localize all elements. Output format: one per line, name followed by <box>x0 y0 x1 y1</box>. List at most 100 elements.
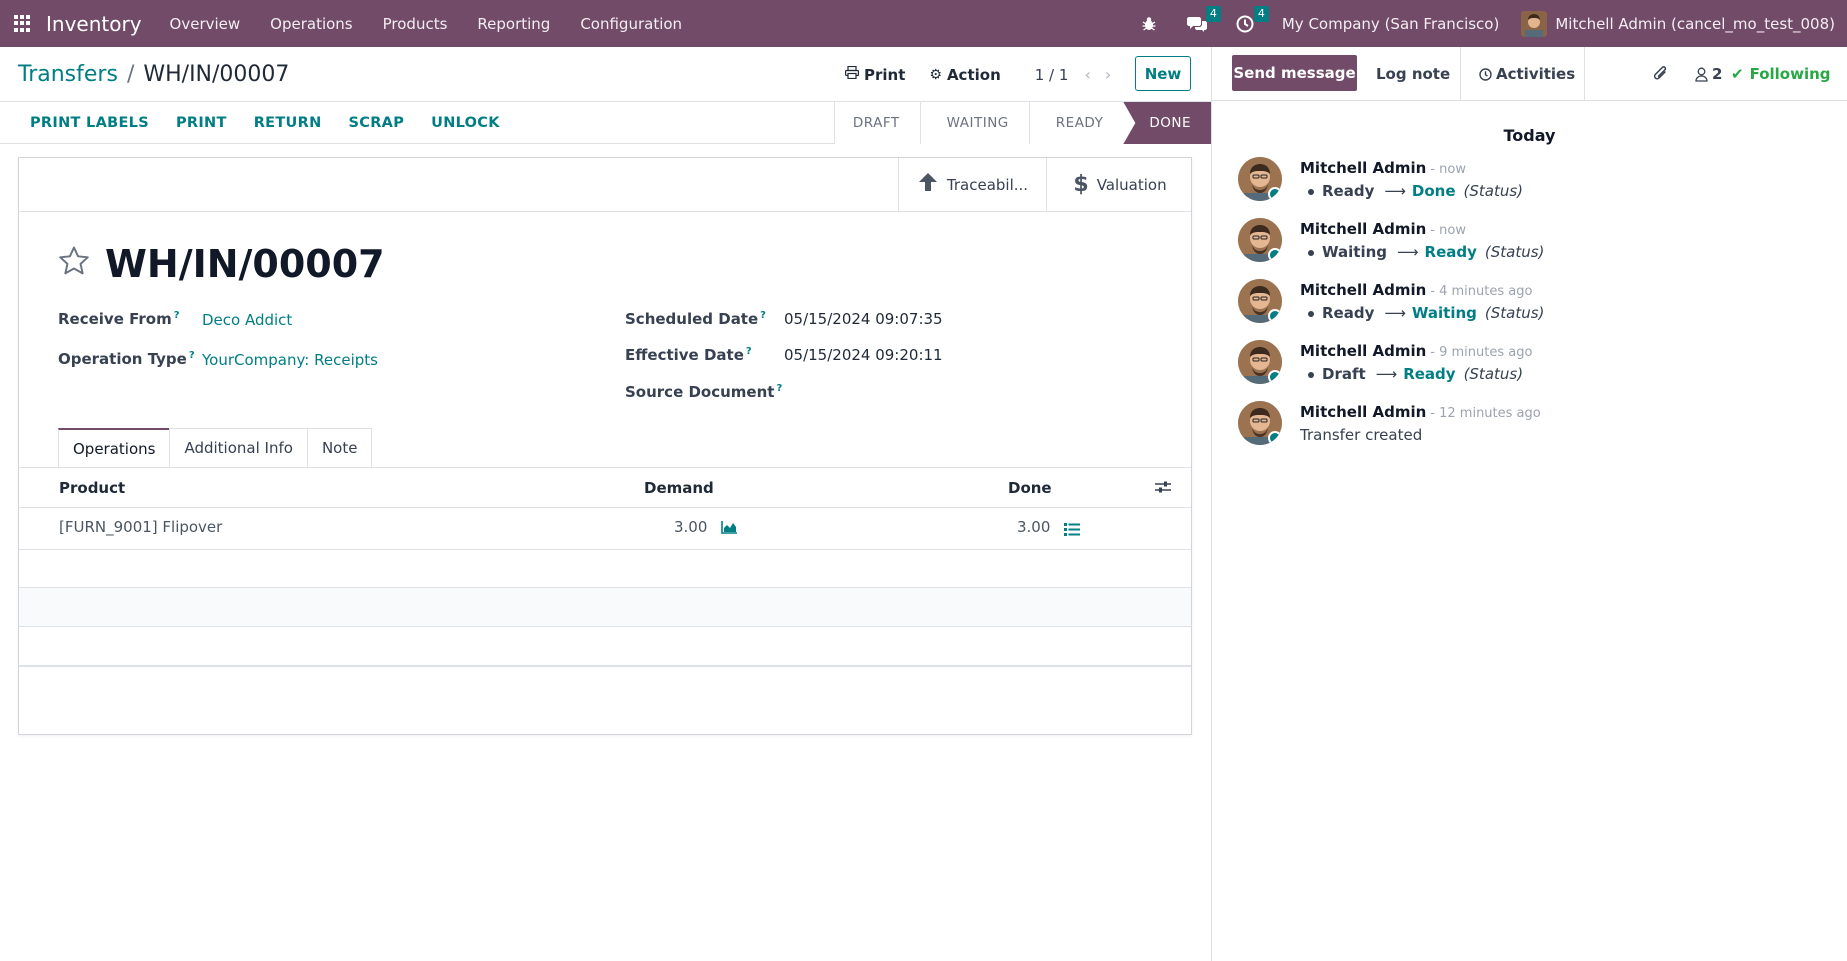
print-action-button[interactable]: PRINT <box>176 115 227 131</box>
tracking-value: Ready ⟶ Waiting (Status) <box>1308 304 1545 322</box>
forecast-chart-icon[interactable] <box>721 520 738 538</box>
message-time: - now <box>1430 162 1466 177</box>
stage-ready[interactable]: READY <box>1028 102 1124 144</box>
new-value: Ready <box>1424 243 1477 261</box>
tracked-field-name: (Status) <box>1484 243 1545 261</box>
gear-icon: ⚙ <box>929 66 942 83</box>
valuation-label: Valuation <box>1096 175 1167 194</box>
tab-note[interactable]: Note <box>306 428 373 467</box>
activities-badge: 4 <box>1253 5 1269 22</box>
receive-from-value[interactable]: Deco Addict <box>202 311 292 329</box>
row-product: [FURN_9001] Flipover <box>59 518 223 536</box>
breadcrumb-transfers[interactable]: Transfers <box>18 62 118 87</box>
dollar-icon: $ <box>1073 172 1089 197</box>
pager-value[interactable]: 1 / 1 <box>1035 66 1069 84</box>
pager-previous-icon[interactable]: ‹ <box>1084 65 1090 84</box>
optional-columns-icon[interactable] <box>1155 480 1171 498</box>
print-labels-button[interactable]: PRINT LABELS <box>30 115 149 131</box>
column-demand[interactable]: Demand <box>644 479 714 497</box>
valuation-button[interactable]: $ Valuation <box>1046 158 1193 211</box>
chatter-panel: Send message Log note Activities 2 ✔ Fol… <box>1211 47 1847 961</box>
message-author[interactable]: Mitchell Admin - now <box>1300 159 1466 177</box>
new-value: Waiting <box>1411 304 1477 322</box>
chatter-divider <box>1460 47 1461 101</box>
scheduled-date-label: Scheduled Date? <box>625 310 766 328</box>
check-icon: ✔ <box>1731 65 1744 83</box>
online-status-dot <box>1268 187 1282 201</box>
user-avatar[interactable] <box>1521 10 1548 37</box>
day-separator: Today <box>1503 126 1556 145</box>
messages-icon[interactable]: 4 <box>1186 5 1221 35</box>
print-label: Print <box>864 65 906 84</box>
activities-label: Activities <box>1496 65 1576 83</box>
message-author[interactable]: Mitchell Admin - 12 minutes ago <box>1300 403 1541 421</box>
column-product[interactable]: Product <box>59 479 125 497</box>
message-author[interactable]: Mitchell Admin - 4 minutes ago <box>1300 281 1532 299</box>
old-value: Draft <box>1322 365 1366 383</box>
effective-date-value[interactable]: 05/15/2024 09:20:11 <box>784 346 943 364</box>
online-status-dot <box>1268 370 1282 384</box>
avatar[interactable] <box>1238 340 1282 384</box>
stage-draft[interactable]: DRAFT <box>833 102 920 144</box>
print-button[interactable]: Print <box>845 66 905 84</box>
pager-next-icon[interactable]: › <box>1105 65 1111 84</box>
return-button[interactable]: RETURN <box>254 115 322 131</box>
tracking-value: Waiting ⟶ Ready (Status) <box>1308 243 1545 261</box>
following-label: Following <box>1749 65 1831 83</box>
message-author[interactable]: Mitchell Admin - now <box>1300 220 1466 238</box>
tab-additional-info[interactable]: Additional Info <box>169 428 308 467</box>
message-time: - now <box>1430 223 1466 238</box>
avatar[interactable] <box>1238 218 1282 262</box>
scheduled-date-value[interactable]: 05/15/2024 09:07:35 <box>784 310 943 328</box>
app-name[interactable]: Inventory <box>46 12 142 36</box>
action-button[interactable]: ⚙ Action <box>929 66 1000 84</box>
tracked-field-name: (Status) <box>1484 304 1545 322</box>
notebook-tabs: Operations Additional Info Note <box>58 428 373 468</box>
message-time: - 12 minutes ago <box>1430 406 1541 421</box>
new-value: Done <box>1411 182 1456 200</box>
following-button[interactable]: ✔ Following <box>1731 47 1831 101</box>
arrow-right-icon: ⟶ <box>1397 243 1419 261</box>
user-menu[interactable]: Mitchell Admin (cancel_mo_test_008) <box>1555 15 1835 33</box>
star-icon[interactable] <box>57 244 91 285</box>
avatar[interactable] <box>1238 401 1282 445</box>
traceability-button[interactable]: Traceabil... <box>898 158 1046 211</box>
menu-overview[interactable]: Overview <box>170 15 241 33</box>
tab-operations[interactable]: Operations <box>58 428 171 468</box>
send-message-button[interactable]: Send message <box>1232 55 1357 91</box>
stage-waiting[interactable]: WAITING <box>919 102 1029 144</box>
followers-button[interactable]: 2 <box>1695 47 1722 101</box>
message-author[interactable]: Mitchell Admin - 9 minutes ago <box>1300 342 1532 360</box>
table-header: Product Demand Done <box>19 468 1191 508</box>
arrow-right-icon: ⟶ <box>1375 365 1398 383</box>
menu-operations[interactable]: Operations <box>270 15 352 33</box>
form-sheet: Traceabil... $ Valuation WH/IN/00007 Rec… <box>18 157 1192 735</box>
activities-clock-icon[interactable]: 4 <box>1234 5 1269 35</box>
traceability-label: Traceabil... <box>946 175 1029 194</box>
new-button[interactable]: New <box>1135 56 1191 91</box>
menu-reporting[interactable]: Reporting <box>477 15 550 33</box>
detailed-operations-list-icon[interactable] <box>1064 522 1080 540</box>
new-value: Ready <box>1403 365 1456 383</box>
form-statusbar: PRINT LABELS PRINT RETURN SCRAP UNLOCK D… <box>0 102 1211 144</box>
stage-done[interactable]: DONE <box>1123 102 1211 144</box>
operation-type-value[interactable]: YourCompany: Receipts <box>202 351 378 369</box>
column-done[interactable]: Done <box>1008 479 1052 497</box>
arrow-right-icon: ⟶ <box>1384 304 1406 322</box>
debug-bug-icon[interactable] <box>1138 13 1160 35</box>
menu-products[interactable]: Products <box>383 15 448 33</box>
scrap-button[interactable]: SCRAP <box>349 115 405 131</box>
apps-menu-icon[interactable] <box>14 14 32 33</box>
unlock-button[interactable]: UNLOCK <box>431 115 500 131</box>
old-value: Ready <box>1322 182 1375 200</box>
avatar[interactable] <box>1238 279 1282 323</box>
activities-button[interactable]: Activities <box>1479 47 1575 101</box>
table-row[interactable]: [FURN_9001] Flipover 3.00 3.00 <box>19 508 1191 550</box>
receive-from-label: Receive From? <box>58 310 180 328</box>
log-note-button[interactable]: Log note <box>1376 47 1450 101</box>
company-switcher[interactable]: My Company (San Francisco) <box>1282 15 1499 33</box>
menu-configuration[interactable]: Configuration <box>580 15 682 33</box>
avatar[interactable] <box>1238 157 1282 201</box>
person-icon <box>1695 67 1708 82</box>
paperclip-icon[interactable] <box>1653 47 1669 101</box>
